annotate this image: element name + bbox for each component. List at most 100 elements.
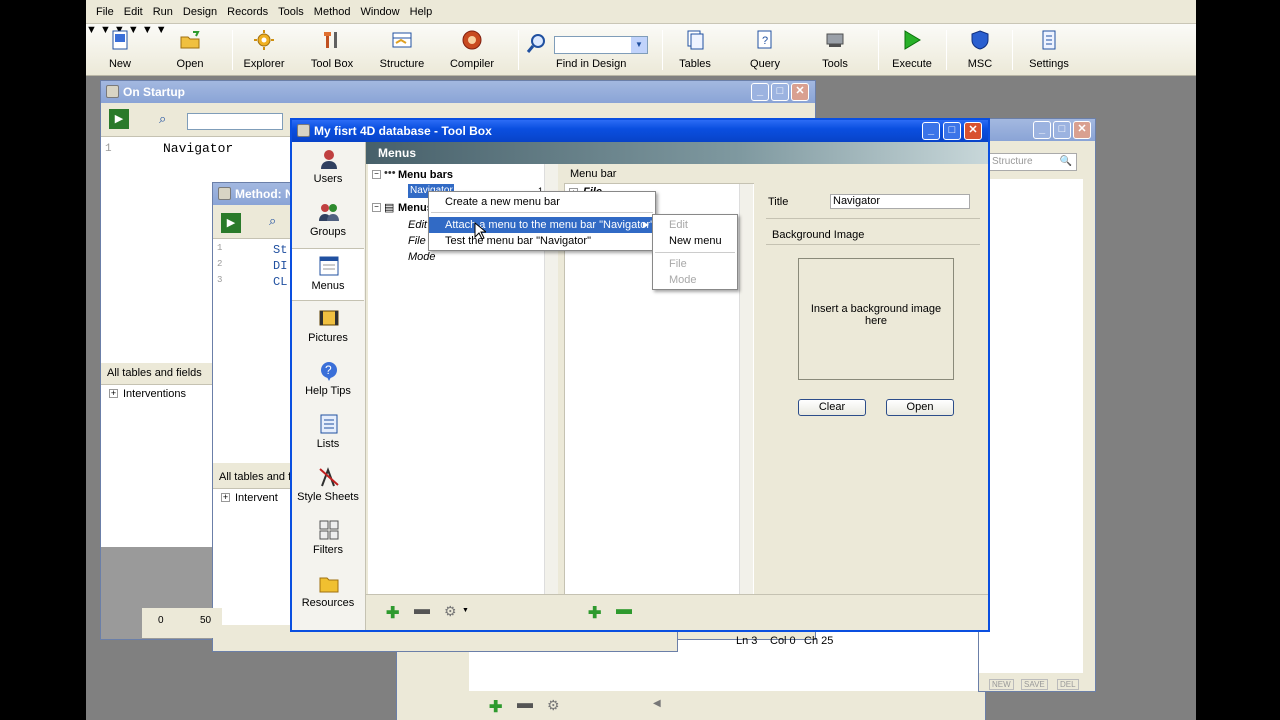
close-button[interactable]: ✕ bbox=[964, 122, 982, 140]
sidebar-item-label: Menus bbox=[311, 280, 345, 292]
style-sheets-icon bbox=[319, 467, 339, 487]
tools-button[interactable]: Tools bbox=[810, 24, 860, 76]
tree-node-mode[interactable]: Mode bbox=[408, 251, 436, 263]
menu-window[interactable]: Window bbox=[356, 0, 405, 24]
add-menu-icon[interactable]: ✚ bbox=[386, 603, 399, 623]
menu-records[interactable]: Records bbox=[222, 0, 273, 24]
tools-dropdown-icon[interactable]: ▼ bbox=[156, 24, 167, 36]
menu-item-test-menu-bar[interactable]: Test the menu bar "Navigator" bbox=[429, 233, 655, 249]
ruler-tick: 50 bbox=[200, 615, 212, 626]
search-icon[interactable]: ⌕ bbox=[159, 111, 166, 127]
new-button[interactable]: New bbox=[100, 24, 140, 76]
sidebar-item-filters[interactable]: Filters bbox=[292, 513, 364, 566]
main-toolbar: New ▼ Open ▼ Explorer Tool Box Structure… bbox=[86, 24, 1196, 76]
compiler-button[interactable]: Compiler bbox=[442, 24, 502, 76]
submenu-item-new-menu[interactable]: New menu bbox=[653, 233, 737, 249]
tables-icon bbox=[687, 30, 704, 50]
remove-icon[interactable]: ▬ bbox=[517, 695, 533, 713]
structure-action-buttons: NEW SAVE DEL bbox=[979, 677, 1095, 691]
gear-icon[interactable]: ⚙ bbox=[444, 603, 457, 620]
run-method-icon[interactable]: ▶ bbox=[109, 109, 129, 129]
open-button[interactable]: Open bbox=[170, 24, 210, 76]
menu-item-attach-menu[interactable]: Attach a menu to the menu bar "Navigator… bbox=[429, 217, 655, 233]
sidebar-item-menus[interactable]: Menus bbox=[292, 248, 364, 301]
find-in-design-combo[interactable]: ▼ bbox=[554, 36, 648, 54]
expand-icon[interactable]: + bbox=[109, 389, 118, 398]
tree-item-interventions[interactable]: Interventions bbox=[123, 388, 186, 400]
save-record-button[interactable]: SAVE bbox=[1021, 679, 1048, 690]
sidebar-item-style-sheets[interactable]: Style Sheets bbox=[292, 460, 364, 513]
context-submenu: Edit New menu File Mode bbox=[652, 214, 738, 290]
sidebar-item-pictures[interactable]: Pictures bbox=[292, 301, 364, 354]
menu-item-create-menu-bar[interactable]: Create a new menu bar bbox=[429, 194, 655, 210]
settings-label: Settings bbox=[1029, 58, 1069, 70]
method-title: Method: N bbox=[235, 187, 294, 201]
scroll-left-icon[interactable]: ◀ bbox=[653, 698, 661, 709]
toolbox-button[interactable]: Tool Box bbox=[304, 24, 360, 76]
clear-button[interactable]: Clear bbox=[798, 399, 866, 416]
sidebar-item-help-tips[interactable]: ? Help Tips bbox=[292, 354, 364, 407]
structure-window: _ □ ✕ Structure 🔍 NEW SAVE DEL bbox=[978, 118, 1096, 692]
menu-bar-scrollbar[interactable] bbox=[739, 184, 753, 594]
run-method-icon[interactable]: ▶ bbox=[221, 213, 241, 233]
sidebar-item-resources[interactable]: Resources bbox=[292, 566, 364, 619]
maximize-button[interactable]: □ bbox=[1053, 121, 1071, 139]
add-item-icon[interactable]: ✚ bbox=[588, 603, 601, 623]
method-combo[interactable] bbox=[187, 113, 283, 130]
tree-node-edit[interactable]: Edit bbox=[408, 219, 427, 231]
menu-run[interactable]: Run bbox=[148, 0, 178, 24]
menu-method[interactable]: Method bbox=[309, 0, 356, 24]
structure-button[interactable]: Structure bbox=[372, 24, 432, 76]
add-icon[interactable]: ✚ bbox=[489, 697, 502, 717]
new-dropdown-icon[interactable]: ▼ bbox=[86, 24, 97, 36]
search-icon[interactable]: ⌕ bbox=[269, 213, 276, 229]
remove-item-icon[interactable]: ▬ bbox=[616, 601, 632, 619]
collapse-icon[interactable]: − bbox=[372, 170, 381, 179]
open-image-button[interactable]: Open bbox=[886, 399, 954, 416]
explorer-button[interactable]: Explorer bbox=[236, 24, 292, 76]
properties-panel: Title Navigator Background Image Insert … bbox=[758, 164, 988, 594]
background-image-placeholder: Insert a background image here bbox=[810, 303, 942, 327]
maximize-button[interactable]: □ bbox=[943, 122, 961, 140]
structure-search-input[interactable]: Structure 🔍 bbox=[987, 153, 1077, 171]
search-icon[interactable]: 🔍 bbox=[1060, 154, 1072, 170]
combo-arrow-icon[interactable]: ▼ bbox=[631, 37, 647, 53]
tree-item-interventions[interactable]: Intervent bbox=[235, 492, 278, 504]
find-magnifier-icon bbox=[526, 34, 545, 53]
title-input[interactable]: Navigator bbox=[830, 194, 970, 209]
collapse-icon[interactable]: − bbox=[372, 203, 381, 212]
execute-button[interactable]: Execute bbox=[886, 24, 938, 76]
menu-file[interactable]: File bbox=[91, 0, 119, 24]
tree-node-menu-bars[interactable]: Menu bars bbox=[398, 169, 453, 181]
minimize-button[interactable]: _ bbox=[751, 83, 769, 101]
background-image-dropzone[interactable]: Insert a background image here bbox=[798, 258, 954, 380]
sidebar-item-groups[interactable]: Groups bbox=[292, 195, 364, 248]
new-label: New bbox=[108, 58, 131, 70]
tree-node-file[interactable]: File bbox=[408, 235, 426, 247]
close-button[interactable]: ✕ bbox=[791, 83, 809, 101]
msc-button[interactable]: MSC bbox=[954, 24, 1006, 76]
gear-icon[interactable]: ⚙ bbox=[547, 697, 560, 714]
close-button[interactable]: ✕ bbox=[1073, 121, 1091, 139]
menu-help[interactable]: Help bbox=[405, 0, 438, 24]
query-dropdown-icon[interactable]: ▼ bbox=[142, 24, 153, 36]
settings-button[interactable]: Settings bbox=[1020, 24, 1078, 76]
sidebar-item-lists[interactable]: Lists bbox=[292, 407, 364, 460]
minimize-button[interactable]: _ bbox=[1033, 121, 1051, 139]
query-button[interactable]: ? Query bbox=[740, 24, 790, 76]
gear-dropdown-icon[interactable]: ▼ bbox=[462, 607, 469, 614]
menu-edit[interactable]: Edit bbox=[119, 0, 148, 24]
delete-record-button[interactable]: DEL bbox=[1057, 679, 1079, 690]
submenu-item-file: File bbox=[669, 258, 687, 270]
expand-icon[interactable]: + bbox=[221, 493, 230, 502]
sidebar-item-users[interactable]: Users bbox=[292, 142, 364, 195]
toolbar-separator bbox=[518, 30, 519, 70]
maximize-button[interactable]: □ bbox=[771, 83, 789, 101]
menu-design[interactable]: Design bbox=[178, 0, 222, 24]
menu-tools[interactable]: Tools bbox=[273, 0, 309, 24]
toolbar-separator bbox=[232, 30, 233, 70]
tables-button[interactable]: Tables bbox=[670, 24, 720, 76]
new-record-button[interactable]: NEW bbox=[989, 679, 1014, 690]
minimize-button[interactable]: _ bbox=[922, 122, 940, 140]
remove-menu-icon[interactable]: ▬ bbox=[414, 601, 430, 619]
